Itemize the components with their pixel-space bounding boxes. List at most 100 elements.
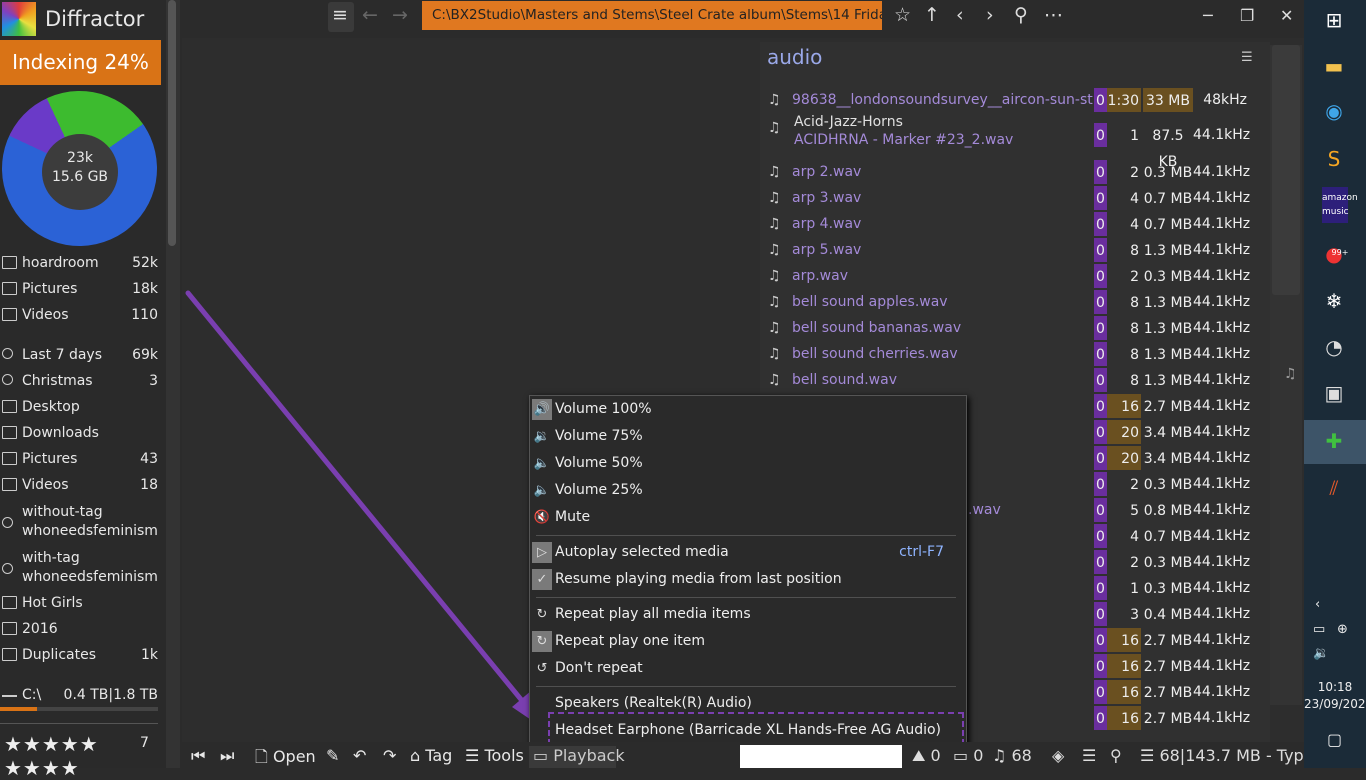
rating-cell: 0 [1094,88,1107,112]
sidebar-item-downloads[interactable]: Downloads [0,421,160,445]
more-icon[interactable]: ⋯ [1044,5,1063,25]
file-row[interactable]: ♫ arp 3.wav 0 4 0.7 MB 44.1kHz [768,185,1260,211]
sidebar-item-hot-girls[interactable]: Hot Girls [0,591,160,615]
file-row[interactable]: ♫ arp 5.wav 0 8 1.3 MB 44.1kHz [768,237,1260,263]
maximize-icon[interactable]: ❐ [1240,6,1254,25]
notification-icon[interactable]: ▢ [1327,730,1342,749]
sidebar-item-with-tag[interactable]: with-tag whoneedsfeminism [0,549,160,593]
sidebar-item-label: hoardroom [22,255,99,271]
layers-icon[interactable]: ◈ [1052,746,1064,765]
rating-cell: 0 [1094,342,1107,366]
close-icon[interactable]: ✕ [1280,6,1293,25]
menu-volume-75[interactable]: 🔉 Volume 75% [530,423,966,450]
panel-scroll-thumb[interactable] [1272,45,1300,295]
menu-repeat-all[interactable]: ↻ Repeat play all media items [530,601,966,628]
weather-icon[interactable]: ❄ [1314,283,1354,319]
sidebar-item-last-7-days[interactable]: Last 7 days 69k [0,343,160,367]
media-app-icon[interactable]: ◔ [1314,329,1354,365]
menu-repeat-one[interactable]: ↻ Repeat play one item [530,628,966,655]
rating-cell: 0 [1094,550,1107,574]
battery-icon[interactable]: ▭ [1313,622,1325,637]
sidebar-item-videos-folder[interactable]: Videos 18 [0,473,160,497]
chevron-left-icon[interactable]: ‹ [1315,597,1320,612]
file-explorer-icon[interactable]: ▬ [1314,48,1354,84]
diffractor-taskbar-icon[interactable]: ✚ [1314,423,1354,459]
forward-icon[interactable]: → [392,5,408,25]
file-row[interactable]: ♫ arp.wav 0 2 0.3 MB 44.1kHz [768,263,1260,289]
volume-icon[interactable]: 🔉 [1313,646,1329,661]
sidebar-item-count: 43 [140,451,158,467]
sublime-icon[interactable]: S [1314,141,1354,177]
music-file-icon: ♫ [768,216,781,232]
speaker-icon: 🔉 [533,429,551,444]
menu-resume[interactable]: ✓ Resume playing media from last position [530,566,966,593]
edge-icon[interactable]: ◉ [1314,93,1354,129]
star-icon[interactable]: ☆ [894,5,911,25]
skip-forward-icon[interactable]: ⏭ [220,746,234,766]
menu-autoplay[interactable]: ▷ Autoplay selected media ctrl-F7 [530,539,966,566]
music-file-icon: ♫ [768,120,781,136]
sidebar-item-pictures-folder[interactable]: Pictures 43 [0,447,160,471]
clock-date[interactable]: 23/09/2022 [1304,697,1366,711]
rating-5-stars[interactable]: ★★★★★ [4,732,99,756]
video-count[interactable]: ▭ 0 [953,746,983,765]
tools-button[interactable]: ☰ Tools [465,746,524,765]
sidebar-item-duplicates[interactable]: Duplicates 1k [0,643,160,667]
file-row[interactable]: ♫ bell sound bananas.wav 0 8 1.3 MB 44.1kHz [768,315,1260,341]
up-icon[interactable]: ↑ [924,5,940,25]
menu-volume-50[interactable]: 🔈 Volume 50% [530,450,966,477]
file-row[interactable]: ♫ arp 2.wav 0 2 0.3 MB 44.1kHz [768,159,1260,185]
file-row[interactable]: ♫ bell sound cherries.wav 0 8 1.3 MB 44.1kHz [768,341,1260,367]
minimize-icon[interactable]: ─ [1203,6,1213,25]
file-row[interactable]: ♫ bell sound apples.wav 0 8 1.3 MB 44.1kHz [768,289,1260,315]
panel-list-icon[interactable]: ☰ [1241,50,1253,65]
zoom-icon[interactable]: ⚲ [1110,746,1122,765]
sidebar-scroll-thumb[interactable] [168,0,176,246]
network-app-icon[interactable]: ▣ [1314,375,1354,411]
file-row[interactable]: ♫ Acid-Jazz-Horns ACIDHRNA - Marker #23_2.… [768,114,1260,170]
search-icon[interactable]: ⚲ [1014,5,1028,25]
windows-start-icon[interactable]: ⊞ [1314,2,1354,38]
back-icon[interactable]: ← [362,5,378,25]
rating-4-stars[interactable]: ★★★★ [4,756,80,780]
drive-label: C:\ [22,687,42,703]
music-icon: ♫ [1284,366,1297,382]
globe-icon[interactable]: ⊕ [1337,622,1348,637]
menu-volume-100[interactable]: 🔊 Volume 100% [530,396,966,423]
audio-app-icon[interactable]: ⫽ [1314,470,1354,506]
list-view-icon[interactable]: ☰ [1082,746,1096,765]
sidebar-item-videos[interactable]: Videos 110 [0,303,160,327]
audio-count[interactable]: ♫ 68 [992,746,1032,765]
sidebar-item-hoardroom[interactable]: hoardroom 52k [0,251,160,275]
file-row[interactable]: ♫ bell sound.wav 0 8 1.3 MB 44.1kHz [768,367,1260,393]
sidebar-item-drive-c[interactable]: C:\ 0.4 TB|1.8 TB [0,683,160,707]
skip-back-icon[interactable]: ⏮ [191,746,205,766]
chevron-left-icon[interactable]: ‹ [956,5,964,25]
clock-time[interactable]: 10:18 [1304,680,1366,694]
sample-rate-cell: 44.1kHz [1193,190,1251,206]
tag-button[interactable]: ⌂ Tag [410,746,452,765]
edit-icon[interactable]: ✎ [326,746,339,765]
sidebar-item-pictures[interactable]: Pictures 18k [0,277,160,301]
selection-summary[interactable]: ☰ 68|143.7 MB - Type [1140,746,1314,765]
amazon-music-icon[interactable]: amazon music [1322,187,1358,223]
menu-mute[interactable]: 🔇 Mute [530,504,966,531]
sidebar-item-without-tag[interactable]: without-tag whoneedsfeminism [0,503,160,547]
address-bar[interactable]: C:\BX2Studio\Masters and Stems\Steel Cra… [422,1,882,30]
sidebar-item-2016[interactable]: 2016 [0,617,160,641]
rotate-left-icon[interactable]: ↶ [353,746,366,765]
rotate-right-icon[interactable]: ↷ [383,746,396,765]
image-count[interactable]: ⛰ 0 [912,746,941,766]
playback-button[interactable]: ▭ Playback [533,746,625,765]
playback-label: Playback [553,746,625,765]
status-search-input[interactable] [740,745,902,768]
sidebar-item-christmas[interactable]: Christmas 3 [0,369,160,393]
chevron-right-icon[interactable]: › [986,5,994,25]
open-button[interactable]: 🗋 Open [255,746,316,773]
file-row[interactable]: ♫ arp 4.wav 0 4 0.7 MB 44.1kHz [768,211,1260,237]
donut-count: 23k [67,150,93,166]
indexing-status[interactable]: Indexing 24% [0,40,161,85]
sidebar-item-desktop[interactable]: Desktop [0,395,160,419]
menu-no-repeat[interactable]: ↺ Don't repeat [530,655,966,682]
menu-volume-25[interactable]: 🔈 Volume 25% [530,477,966,504]
